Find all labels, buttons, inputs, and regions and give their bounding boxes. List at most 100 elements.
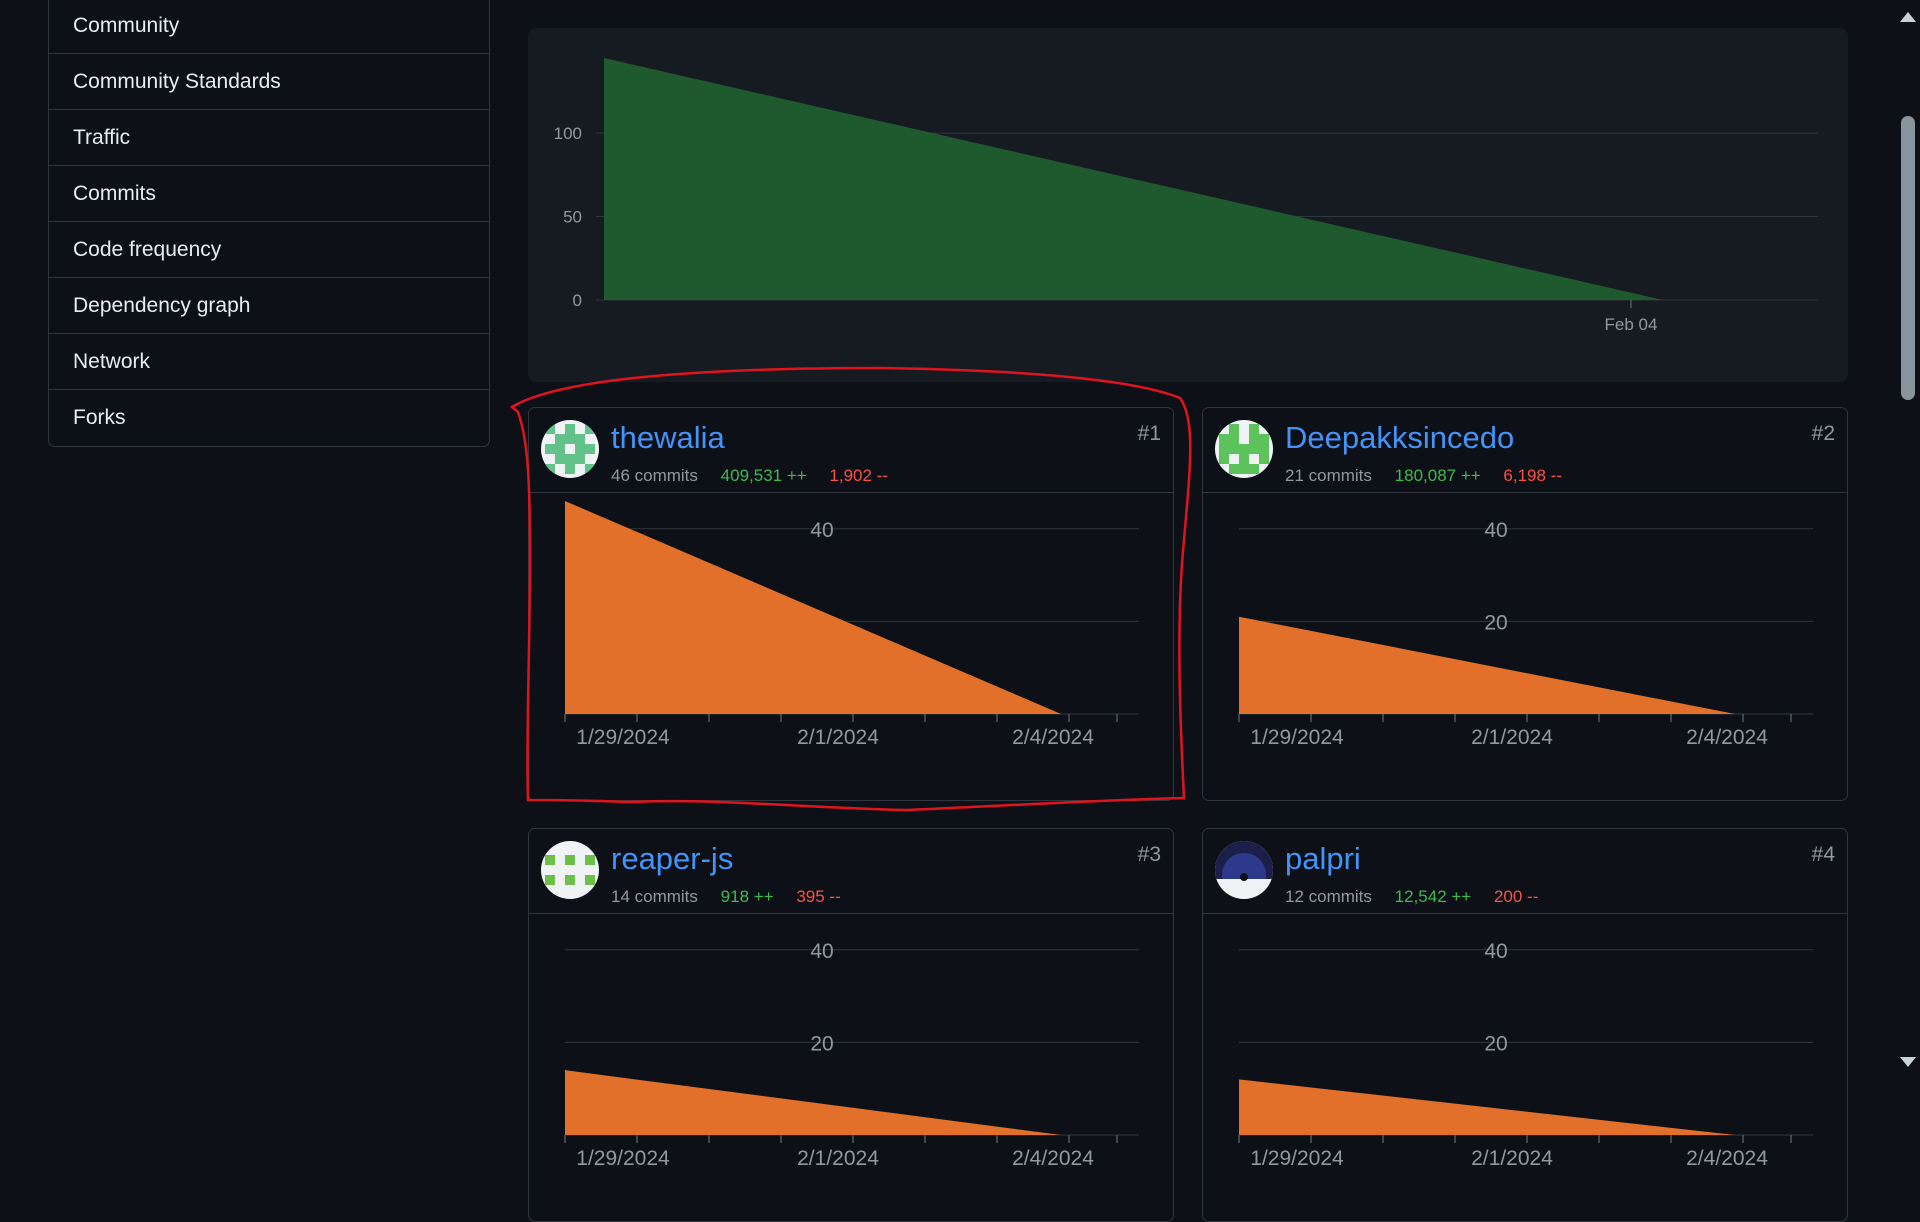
avatar-pixel [565,855,575,865]
y-tick-label: 20 [1484,611,1507,634]
avatar-pixel [585,855,595,865]
contributor-stats: 14 commits 918 ++ 395 -- [611,887,841,907]
contributor-card-header: reaper-js 14 commits 918 ++ 395 -- #3 [529,829,1173,914]
x-tick-label: 1/29/2024 [576,1147,670,1170]
contributor-rank: #1 [1137,422,1161,445]
contributor-activity-chart: 40201/29/20242/1/20242/4/2024 [564,940,1139,1170]
avatar-figure [1240,873,1248,881]
y-tick-label: 40 [810,940,833,963]
sidebar-item-forks[interactable]: Forks [49,390,489,446]
avatar-pixel [1219,444,1229,454]
avatar-background [541,841,599,899]
contributor-card-header: Deepakksincedo 21 commits 180,087 ++ 6,1… [1203,408,1847,493]
sidebar-item-network[interactable]: Network [49,334,489,390]
avatar-pixel [585,875,595,885]
avatar-pixel [1249,464,1259,474]
y-tick-label: 0 [573,291,582,310]
avatar-pixel [555,434,565,444]
sidebar-item-commits[interactable]: Commits [49,166,489,222]
y-tick-label: 100 [554,124,582,143]
contributor-card: thewalia 46 commits 409,531 ++ 1,902 -- … [528,407,1174,801]
contributor-card-header: palpri 12 commits 12,542 ++ 200 -- #4 [1203,829,1847,914]
avatar[interactable] [541,420,599,478]
additions-count: 12,542 ++ [1394,887,1472,906]
sidebar-item-community[interactable]: Community [49,0,489,54]
avatar[interactable] [1215,420,1273,478]
avatar-ground [1215,879,1273,899]
avatar-pixel [585,464,595,474]
x-tick-label: 2/4/2024 [1686,1147,1768,1170]
x-tick-label: 2/1/2024 [1471,1147,1553,1170]
sidebar-item-traffic[interactable]: Traffic [49,110,489,166]
avatar-identicon [1215,420,1273,478]
sidebar-item-code-frequency[interactable]: Code frequency [49,222,489,278]
avatar-pixel [565,875,575,885]
contributor-stats: 21 commits 180,087 ++ 6,198 -- [1285,466,1562,486]
x-tick-label: 1/29/2024 [1250,1147,1344,1170]
sidebar-item-community-standards[interactable]: Community Standards [49,54,489,110]
avatar-pixel [585,444,595,454]
avatar-pixel [555,454,565,464]
additions-count: 918 ++ [720,887,774,906]
avatar[interactable] [541,841,599,899]
avatar-pixel [1239,454,1249,464]
y-tick-label: 20 [1484,1032,1507,1055]
y-tick-label: 40 [810,519,833,542]
scroll-up-arrow-icon[interactable] [1900,12,1916,22]
avatar-pixel [1229,434,1239,444]
x-tick-label: 2/1/2024 [797,1147,879,1170]
avatar-pixel [545,875,555,885]
avatar-pixel [1229,444,1239,454]
avatar-pixel [1259,434,1269,444]
sidebar-item-dependency-graph[interactable]: Dependency graph [49,278,489,334]
scrollbar-thumb[interactable] [1901,116,1915,400]
additions-count: 409,531 ++ [720,466,807,485]
avatar-pixel [1249,444,1259,454]
area-series [565,1070,1061,1135]
commit-count-link[interactable]: 14 commits [611,887,698,906]
avatar-pixel [545,464,555,474]
y-tick-label: 40 [1484,519,1507,542]
contributor-login-link[interactable]: thewalia [611,420,725,456]
commit-count-link[interactable]: 46 commits [611,466,698,485]
x-tick-label: Feb 04 [1605,315,1658,334]
contributor-login-link[interactable]: palpri [1285,841,1361,877]
x-tick-label: 2/1/2024 [1471,726,1553,749]
contributor-login-link[interactable]: Deepakksincedo [1285,420,1514,456]
y-tick-label: 20 [810,1032,833,1055]
avatar-pixel [1239,444,1249,454]
avatar-pixel [565,464,575,474]
avatar-pixel [1219,434,1229,444]
avatar[interactable] [1215,841,1273,899]
contributor-stats: 12 commits 12,542 ++ 200 -- [1285,887,1538,907]
deletions-count: 395 -- [796,887,841,906]
commit-count-link[interactable]: 12 commits [1285,887,1372,906]
contributor-login-link[interactable]: reaper-js [611,841,733,877]
page-scrollbar[interactable] [1896,0,1920,1079]
avatar-pixel [1259,444,1269,454]
x-tick-label: 2/4/2024 [1012,726,1094,749]
avatar-pixel [545,855,555,865]
avatar-pixel [575,454,585,464]
avatar-pixel [585,424,595,434]
avatar-pixel [565,424,575,434]
contributor-activity-chart: 40 20 1/29/2024 2/1/2024 2/4/2024 [1238,940,1813,1170]
insights-sidebar: Community Community Standards Traffic Co… [48,0,490,447]
avatar-identicon [541,420,599,478]
commit-count-link[interactable]: 21 commits [1285,466,1372,485]
overview-chart-svg: 100 50 0 Feb 04 [554,58,1818,334]
contributor-activity-chart: 40201/29/20242/1/20242/4/2024 [564,501,1139,749]
deletions-count: 6,198 -- [1503,466,1563,485]
x-tick-label: 2/4/2024 [1686,726,1768,749]
avatar-pixel [1259,454,1269,464]
avatar-pixel [545,424,555,434]
overview-commits-chart: 100 50 0 Feb 04 [528,28,1848,382]
avatar-pixel [545,444,555,454]
contributor-rank: #2 [1811,422,1835,445]
contributor-card-header: thewalia 46 commits 409,531 ++ 1,902 -- … [529,408,1173,493]
y-tick-label: 40 [1484,940,1507,963]
scroll-down-arrow-icon[interactable] [1900,1057,1916,1067]
avatar-identicon [541,841,599,899]
area-series [604,58,1663,300]
contributor-stats: 46 commits 409,531 ++ 1,902 -- [611,466,888,486]
